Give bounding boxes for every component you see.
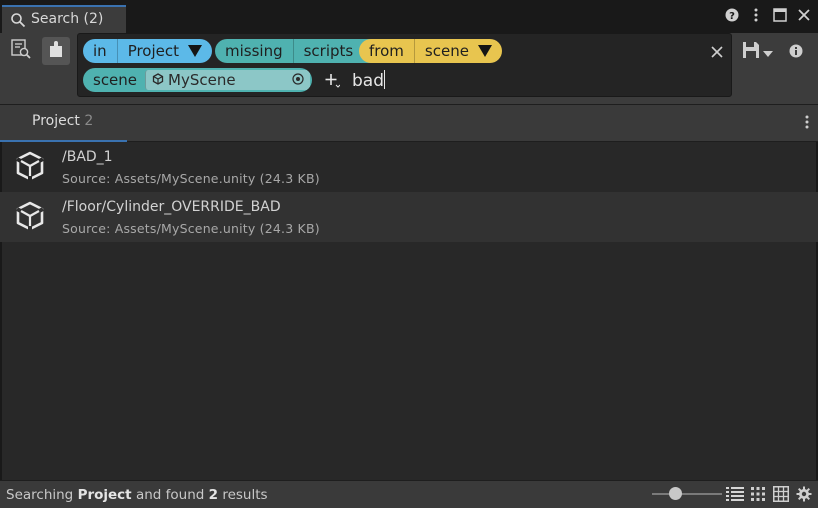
unity-gameobject-icon — [14, 150, 46, 186]
search-query-box[interactable]: in Project missing scripts from scene sc… — [77, 33, 732, 97]
list-view-icon[interactable] — [726, 485, 744, 503]
search-toolbar: in Project missing scripts from scene sc… — [0, 33, 818, 105]
help-icon[interactable]: ? — [724, 7, 740, 23]
add-filter-button[interactable] — [324, 69, 341, 93]
object-picker-icon[interactable] — [292, 71, 304, 89]
results-list: /BAD_1 Source: Assets/MyScene.unity (24.… — [0, 142, 818, 242]
dropdown-arrow-icon — [763, 43, 773, 62]
slider-track — [652, 493, 722, 495]
status-suffix: results — [222, 487, 268, 503]
filter-value-label: scene — [424, 42, 469, 60]
item-size-slider[interactable] — [652, 486, 722, 502]
more-options-icon — [804, 115, 810, 134]
search-window-tab[interactable]: Search (2) — [2, 5, 126, 33]
settings-gear-icon[interactable] — [795, 485, 813, 503]
status-count: 2 — [208, 487, 219, 503]
filter-key-missing: missing — [225, 42, 283, 60]
saved-searches-button[interactable] — [7, 37, 35, 65]
grid-view-icon[interactable] — [749, 485, 767, 503]
filter-value-label: Project — [127, 42, 180, 60]
slider-thumb[interactable] — [669, 487, 682, 500]
tab-title: Search (2) — [31, 11, 104, 27]
search-providers-button[interactable] — [42, 37, 70, 65]
save-icon — [742, 41, 760, 63]
search-text-input[interactable]: bad — [352, 70, 385, 91]
status-text: Searching Project and found 2 results — [6, 487, 268, 503]
tab-bar-menu-button[interactable] — [804, 114, 810, 134]
scene-asset-icon — [152, 71, 164, 89]
filter-pill-scene[interactable]: scene MyScene — [83, 68, 313, 92]
scene-object-field[interactable]: MyScene — [145, 70, 311, 90]
tab-project-count: 2 — [84, 113, 94, 129]
filter-value-project[interactable]: Project — [116, 39, 212, 63]
tab-label: Project 2 — [32, 113, 93, 129]
maximize-icon[interactable] — [772, 7, 788, 23]
result-row[interactable]: /BAD_1 Source: Assets/MyScene.unity (24.… — [0, 142, 818, 192]
table-view-icon[interactable] — [772, 485, 790, 503]
text-caret — [384, 70, 385, 89]
dropdown-arrow-icon — [188, 45, 203, 57]
filter-key-in: in — [93, 42, 107, 60]
info-icon — [789, 43, 803, 62]
filter-key-from: from — [369, 42, 404, 60]
search-icon — [10, 12, 26, 32]
filter-pill-from[interactable]: from scene — [359, 39, 502, 63]
result-title: /Floor/Cylinder_OVERRIDE_BAD — [62, 199, 281, 215]
puzzle-icon — [48, 40, 64, 62]
close-window-icon[interactable] — [796, 7, 812, 23]
result-subtitle: Source: Assets/MyScene.unity (24.3 KB) — [62, 221, 320, 236]
status-prefix: Searching — [6, 487, 74, 503]
status-bar: Searching Project and found 2 results — [0, 480, 818, 508]
result-title: /BAD_1 — [62, 149, 113, 165]
provider-tab-bar: Project 2 — [0, 105, 818, 142]
tab-project-label: Project — [32, 113, 80, 129]
clear-search-button[interactable] — [711, 43, 723, 62]
result-subtitle: Source: Assets/MyScene.unity (24.3 KB) — [62, 171, 320, 186]
tab-project[interactable]: Project 2 — [0, 105, 127, 142]
unity-gameobject-icon — [14, 200, 46, 236]
search-text: bad — [352, 71, 384, 91]
filter-pill-in[interactable]: in Project — [83, 39, 213, 63]
save-search-button[interactable] — [742, 41, 773, 63]
status-middle: and found — [135, 487, 205, 503]
svg-text:?: ? — [729, 11, 735, 22]
filter-key-scene: scene — [93, 71, 138, 89]
window-controls: ? — [724, 7, 812, 23]
filter-value-label: scripts — [303, 42, 354, 60]
view-mode-buttons — [726, 485, 813, 503]
status-provider: Project — [77, 487, 132, 503]
plus-icon — [324, 69, 341, 93]
scene-field-value: MyScene — [168, 71, 236, 89]
result-row[interactable]: /Floor/Cylinder_OVERRIDE_BAD Source: Ass… — [0, 192, 818, 242]
details-panel-button[interactable] — [789, 43, 803, 62]
filter-value-scene[interactable]: scene — [413, 39, 502, 63]
window-menu-icon[interactable] — [748, 7, 764, 23]
saved-searches-icon — [10, 38, 32, 64]
dropdown-arrow-icon — [477, 45, 492, 57]
close-icon — [711, 43, 723, 62]
